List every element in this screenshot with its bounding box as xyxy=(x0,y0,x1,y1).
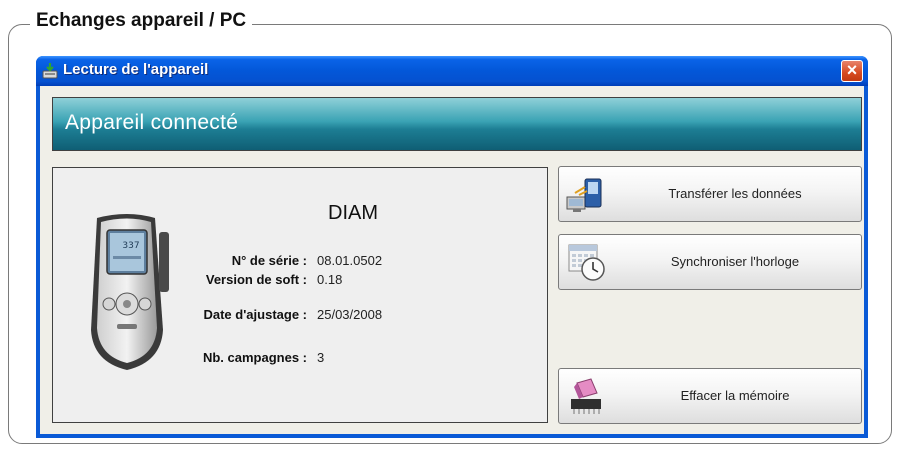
campaign-count-value: 3 xyxy=(317,350,325,365)
banner-text: Appareil connecté xyxy=(65,111,239,134)
serial-value: 08.01.0502 xyxy=(317,253,383,268)
adjustment-date-label: Date d'ajustage : xyxy=(203,307,307,322)
pda-transfer-icon xyxy=(566,178,602,212)
device-model: DIAM xyxy=(328,202,378,224)
transfer-data-label: Transférer les données xyxy=(668,186,802,201)
eraser-chip-icon xyxy=(571,378,601,414)
serial-label: N° de série : xyxy=(231,253,307,268)
sync-clock-button[interactable]: Synchroniser l'horloge xyxy=(558,234,862,290)
software-version-value: 0.18 xyxy=(317,272,343,287)
adjustment-date-value: 25/03/2008 xyxy=(317,307,383,322)
window-client-area: Appareil connecté 337 DIAM N° de série:… xyxy=(40,86,864,434)
device-info-panel: 337 DIAM N° de série : 08.01.0502 Versio… xyxy=(52,167,548,423)
dialog-window: Lecture de l'appareil × Appareil connect… xyxy=(36,56,868,438)
device-screen-value: 337 xyxy=(122,241,139,251)
software-version-label: Version de soft : xyxy=(205,272,307,287)
status-banner: Appareil connecté xyxy=(52,97,862,151)
close-button[interactable]: × xyxy=(841,60,863,82)
device-download-icon xyxy=(42,63,58,79)
campaign-count-label: Nb. campagnes : xyxy=(202,350,307,365)
close-icon: × xyxy=(846,60,858,80)
group-title: Echanges appareil / PC xyxy=(30,10,253,32)
erase-memory-label: Effacer la mémoire xyxy=(680,388,790,403)
calendar-clock-icon xyxy=(568,244,605,281)
sync-clock-label: Synchroniser l'horloge xyxy=(670,254,800,269)
erase-memory-button[interactable]: Effacer la mémoire xyxy=(558,368,862,424)
title-bar[interactable]: Lecture de l'appareil × xyxy=(36,56,868,86)
transfer-data-button[interactable]: Transférer les données xyxy=(558,166,862,222)
window-title: Lecture de l'appareil xyxy=(63,61,209,78)
